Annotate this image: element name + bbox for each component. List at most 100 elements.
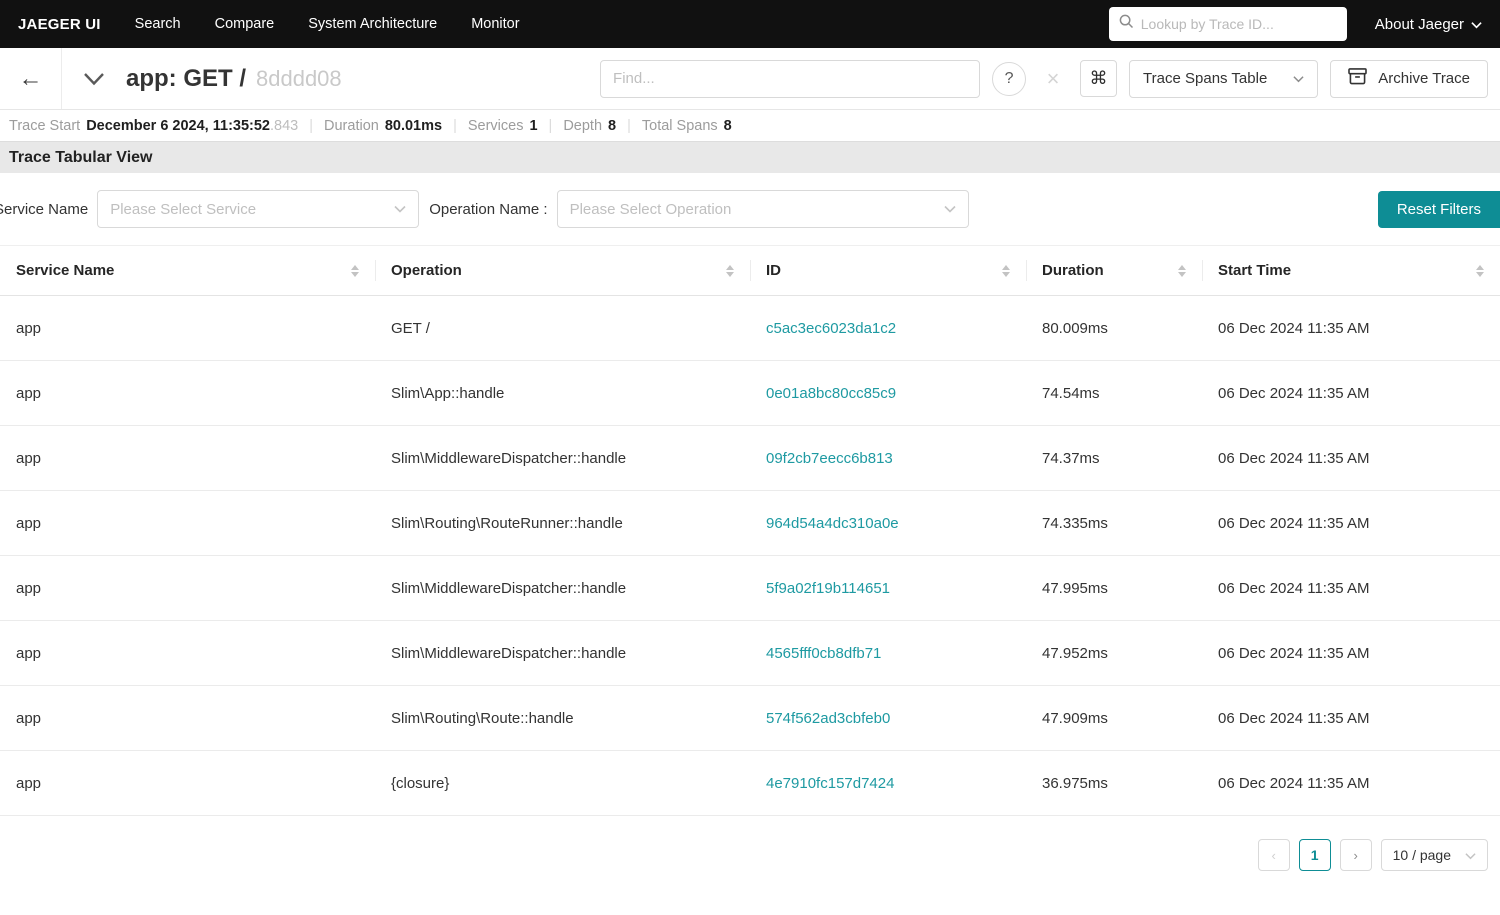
table-row: app {closure} 4e7910fc157d7424 36.975ms 06 D…: [0, 750, 1500, 816]
cell-duration: 74.37ms: [1026, 425, 1202, 491]
page-title: app: GET / 8dddd08: [126, 65, 342, 93]
table-row: app Slim\Routing\RouteRunner::handle 964d5…: [0, 490, 1500, 556]
cell-id: 0e01a8bc80cc85c9: [750, 360, 1026, 426]
cell-start-time: 06 Dec 2024 11:35 AM: [1202, 490, 1500, 556]
table-row: app Slim\MiddlewareDispatcher::handle 09f2…: [0, 425, 1500, 491]
next-page-button[interactable]: ›: [1339, 839, 1372, 871]
about-jaeger-menu[interactable]: About Jaeger: [1375, 16, 1482, 33]
table-header-row: Service Name Operation ID Duration Start Tim…: [0, 245, 1500, 296]
trace-start-label: Trace Start: [9, 117, 81, 134]
span-id-link[interactable]: 0e01a8bc80cc85c9: [766, 385, 896, 402]
depth-label: Depth: [563, 117, 603, 134]
service-select-placeholder: Please Select Service: [110, 200, 257, 218]
trace-lookup-input[interactable]: [1140, 16, 1337, 32]
cell-operation: Slim\MiddlewareDispatcher::handle: [375, 555, 750, 621]
span-id-link[interactable]: c5ac3ec6023da1c2: [766, 320, 896, 337]
page-size-select[interactable]: 10 / page: [1380, 839, 1488, 871]
trace-header: ← app: GET / 8dddd08 ? × ⌘ Trace Spans T…: [0, 48, 1500, 110]
section-title: Trace Tabular View: [0, 141, 1500, 173]
duration-value: 80.01ms: [384, 117, 443, 134]
cell-id: 09f2cb7eecc6b813: [750, 425, 1026, 491]
header-controls: ? × ⌘ Trace Spans Table Archive Trace: [600, 59, 1500, 98]
trace-id-short: 8dddd08: [256, 65, 342, 91]
operation-select[interactable]: Please Select Operation: [556, 190, 969, 228]
archive-trace-button[interactable]: Archive Trace: [1330, 59, 1488, 98]
column-header-operation[interactable]: Operation: [375, 245, 750, 296]
app-logo[interactable]: JAEGER UI: [18, 16, 101, 33]
service-select[interactable]: Please Select Service: [97, 190, 420, 228]
column-header-start-time[interactable]: Start Time: [1202, 245, 1500, 296]
chevron-down-icon: [1293, 70, 1304, 87]
nav-item-system-architecture[interactable]: System Architecture: [308, 16, 437, 32]
cell-service-name: app: [0, 555, 375, 621]
find-input[interactable]: [600, 59, 981, 98]
table-row: app GET / c5ac3ec6023da1c2 80.009ms 06 Dec 2…: [0, 295, 1500, 361]
span-id-link[interactable]: 4565fff0cb8dfb71: [766, 645, 881, 662]
cell-operation: Slim\MiddlewareDispatcher::handle: [375, 620, 750, 686]
column-header-label: Operation: [391, 262, 462, 279]
column-header-service-name[interactable]: Service Name: [0, 245, 375, 296]
clear-find-button[interactable]: ×: [1038, 66, 1068, 92]
cell-duration: 47.909ms: [1026, 685, 1202, 751]
cell-start-time: 06 Dec 2024 11:35 AM: [1202, 620, 1500, 686]
archive-icon: [1348, 68, 1368, 89]
cell-id: 4565fff0cb8dfb71: [750, 620, 1026, 686]
nav-item-compare[interactable]: Compare: [215, 16, 275, 32]
column-header-duration[interactable]: Duration: [1026, 245, 1202, 296]
nav-menu: Search Compare System Architecture Monitor: [135, 16, 520, 32]
cell-id: 5f9a02f19b114651: [750, 555, 1026, 621]
chevron-down-icon: [1465, 847, 1476, 863]
sort-icon[interactable]: [1178, 264, 1186, 277]
cell-operation: Slim\MiddlewareDispatcher::handle: [375, 425, 750, 491]
cell-service-name: app: [0, 295, 375, 361]
trace-title-text: app: GET /: [126, 64, 246, 92]
cell-service-name: app: [0, 620, 375, 686]
chevron-down-icon: [944, 200, 956, 218]
cell-operation: Slim\Routing\Route::handle: [375, 685, 750, 751]
cell-service-name: app: [0, 490, 375, 556]
trace-start-ms: .843: [270, 117, 299, 134]
back-button[interactable]: ←: [0, 48, 62, 109]
command-shortcut-button[interactable]: ⌘: [1080, 60, 1118, 97]
span-id-link[interactable]: 5f9a02f19b114651: [766, 580, 890, 597]
trace-view-select[interactable]: Trace Spans Table: [1129, 59, 1319, 98]
divider: |: [548, 117, 553, 134]
cell-start-time: 06 Dec 2024 11:35 AM: [1202, 555, 1500, 621]
cell-duration: 74.335ms: [1026, 490, 1202, 556]
sort-icon[interactable]: [1002, 264, 1010, 277]
cell-id: 4e7910fc157d7424: [750, 750, 1026, 816]
column-header-id[interactable]: ID: [750, 245, 1026, 296]
cell-operation: {closure}: [375, 750, 750, 816]
sort-icon[interactable]: [351, 264, 359, 277]
prev-page-button[interactable]: ‹: [1257, 839, 1290, 871]
cell-duration: 36.975ms: [1026, 750, 1202, 816]
search-icon: [1119, 14, 1134, 34]
cell-start-time: 06 Dec 2024 11:35 AM: [1202, 425, 1500, 491]
cell-duration: 47.995ms: [1026, 555, 1202, 621]
span-id-link[interactable]: 574f562ad3cbfeb0: [766, 710, 890, 727]
span-id-link[interactable]: 964d54a4dc310a0e: [766, 515, 899, 532]
services-label: Services: [467, 117, 524, 134]
divider: |: [453, 117, 457, 134]
nav-item-search[interactable]: Search: [135, 16, 181, 32]
operation-select-placeholder: Please Select Operation: [569, 200, 732, 218]
cell-start-time: 06 Dec 2024 11:35 AM: [1202, 295, 1500, 361]
page-number-button[interactable]: 1: [1298, 839, 1331, 871]
cell-duration: 47.952ms: [1026, 620, 1202, 686]
cell-id: 574f562ad3cbfeb0: [750, 685, 1026, 751]
table-body: app GET / c5ac3ec6023da1c2 80.009ms 06 Dec 2…: [0, 295, 1500, 816]
help-button[interactable]: ?: [992, 61, 1027, 96]
about-jaeger-label: About Jaeger: [1374, 15, 1464, 33]
trace-summary-bar: Trace Start December 6 2024, 11:35:52.84…: [0, 110, 1500, 141]
span-id-link[interactable]: 09f2cb7eecc6b813: [766, 450, 893, 467]
total-spans-value: 8: [723, 117, 732, 134]
collapse-chevron-icon[interactable]: [62, 48, 126, 109]
cell-start-time: 06 Dec 2024 11:35 AM: [1202, 685, 1500, 751]
nav-item-monitor[interactable]: Monitor: [471, 16, 519, 32]
span-id-link[interactable]: 4e7910fc157d7424: [766, 775, 894, 792]
reset-filters-button[interactable]: Reset Filters: [1377, 190, 1500, 228]
sort-icon[interactable]: [1476, 264, 1484, 277]
sort-icon[interactable]: [726, 264, 734, 277]
operation-filter-label: Operation Name :: [429, 200, 548, 218]
page-size-value: 10 / page: [1392, 847, 1451, 863]
